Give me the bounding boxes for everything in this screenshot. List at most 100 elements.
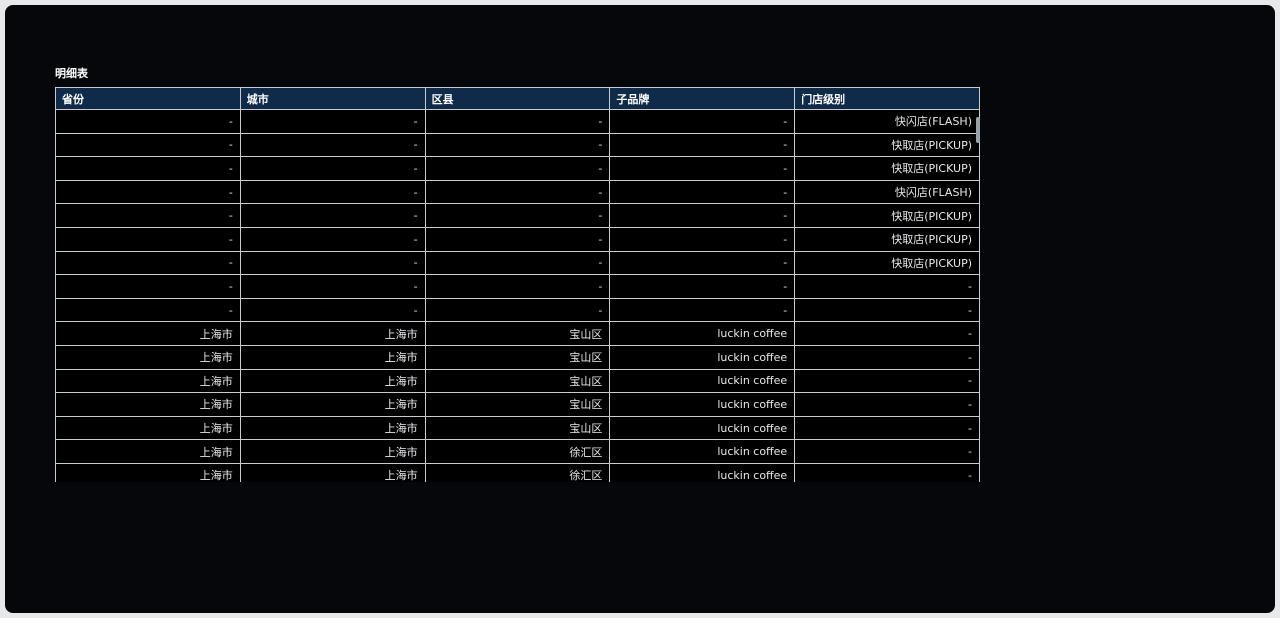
cell-province: - bbox=[55, 203, 241, 228]
cell-store-level: 快取店(PICKUP) bbox=[794, 203, 980, 228]
cell-city: - bbox=[239, 203, 426, 228]
cell-store-level: - bbox=[794, 321, 980, 346]
cell-sub-brand: - bbox=[609, 203, 796, 228]
cell-province: - bbox=[55, 156, 241, 181]
cell-province: 上海市 bbox=[55, 462, 241, 482]
cell-city: 上海市 bbox=[239, 392, 426, 417]
cell-sub-brand: - bbox=[609, 109, 796, 134]
widget-title: 明细表 bbox=[55, 67, 88, 80]
table-row[interactable]: 上海市 上海市 徐汇区 luckin coffee - bbox=[55, 439, 980, 464]
cell-district: - bbox=[424, 203, 611, 228]
cell-store-level: - bbox=[794, 274, 980, 299]
cell-city: - bbox=[239, 109, 426, 134]
cell-store-level: - bbox=[794, 368, 980, 394]
cell-province: - bbox=[55, 132, 241, 158]
cell-sub-brand: - bbox=[609, 156, 796, 181]
cell-district: 宝山区 bbox=[424, 415, 611, 441]
cell-province: - bbox=[55, 297, 241, 323]
cell-district: - bbox=[424, 297, 611, 323]
cell-district: - bbox=[424, 274, 611, 299]
cell-store-level: - bbox=[794, 439, 980, 464]
table-row[interactable]: 上海市 上海市 宝山区 luckin coffee - bbox=[55, 415, 980, 441]
vertical-scrollbar[interactable] bbox=[976, 117, 980, 143]
column-header-store-level[interactable]: 门店级别 bbox=[794, 87, 980, 110]
cell-city: - bbox=[239, 156, 426, 181]
table-row[interactable]: ----- bbox=[55, 297, 980, 323]
column-header-district[interactable]: 区县 bbox=[424, 87, 611, 110]
cell-province: - bbox=[55, 250, 241, 276]
cell-district: 宝山区 bbox=[424, 392, 611, 417]
cell-sub-brand: luckin coffee bbox=[609, 344, 796, 370]
cell-store-level: 快取店(PICKUP) bbox=[794, 132, 980, 158]
cell-sub-brand: luckin coffee bbox=[609, 392, 796, 417]
cell-city: 上海市 bbox=[239, 415, 426, 441]
dashboard-panel: 明细表 省份 城市 区县 子品牌 门店级别 - - - - 快闪店(FLASH) - - - -… bbox=[5, 5, 1275, 613]
cell-store-level: 快取店(PICKUP) bbox=[794, 250, 980, 276]
column-header-sub-brand[interactable]: 子品牌 bbox=[609, 87, 796, 110]
cell-district: - bbox=[424, 156, 611, 181]
cell-city: 上海市 bbox=[239, 368, 426, 394]
cell-sub-brand: - bbox=[609, 179, 796, 205]
cell-sub-brand: luckin coffee bbox=[609, 368, 796, 394]
cell-province: 上海市 bbox=[55, 415, 241, 441]
detail-table-container[interactable]: 省份 城市 区县 子品牌 门店级别 - - - - 快闪店(FLASH) - - - - 快取店(… bbox=[55, 87, 981, 482]
cell-province: 上海市 bbox=[55, 344, 241, 370]
table-row[interactable]: - - - - 快取店(PICKUP) bbox=[55, 132, 980, 158]
table-row[interactable]: 上海市 上海市 宝山区 luckin coffee - bbox=[55, 344, 980, 370]
cell-district: - bbox=[424, 226, 611, 252]
table-row[interactable]: - - - - 快闪店(FLASH) bbox=[55, 109, 980, 134]
column-header-province[interactable]: 省份 bbox=[55, 87, 241, 110]
cell-store-level: - bbox=[794, 462, 980, 482]
table-row[interactable]: - - - - 快取店(PICKUP) bbox=[55, 203, 980, 228]
cell-sub-brand: - bbox=[609, 132, 796, 158]
cell-store-level: 快取店(PICKUP) bbox=[794, 156, 980, 181]
table-row[interactable]: - - - - 快取店(PICKUP) bbox=[55, 226, 980, 252]
cell-district: - bbox=[424, 132, 611, 158]
cell-store-level: - bbox=[794, 415, 980, 441]
cell-city: - bbox=[239, 226, 426, 252]
table-row[interactable]: ----- bbox=[55, 274, 980, 299]
table-row[interactable]: 上海市 上海市 宝山区 luckin coffee - bbox=[55, 321, 980, 346]
table-row[interactable]: 上海市 上海市 徐汇区 luckin coffee - bbox=[55, 462, 980, 482]
cell-sub-brand: luckin coffee bbox=[609, 415, 796, 441]
cell-province: 上海市 bbox=[55, 392, 241, 417]
cell-city: - bbox=[239, 132, 426, 158]
column-header-city[interactable]: 城市 bbox=[239, 87, 426, 110]
cell-sub-brand: - bbox=[609, 226, 796, 252]
cell-province: - bbox=[55, 226, 241, 252]
cell-store-level: - bbox=[794, 344, 980, 370]
cell-store-level: 快闪店(FLASH) bbox=[794, 179, 980, 205]
cell-city: - bbox=[239, 179, 426, 205]
cell-district: 宝山区 bbox=[424, 368, 611, 394]
cell-district: 徐汇区 bbox=[424, 462, 611, 482]
cell-sub-brand: luckin coffee bbox=[609, 321, 796, 346]
cell-district: - bbox=[424, 179, 611, 205]
cell-province: - bbox=[55, 109, 241, 134]
cell-district: - bbox=[424, 250, 611, 276]
table-row[interactable]: - - - - 快取店(PICKUP) bbox=[55, 156, 980, 181]
cell-province: 上海市 bbox=[55, 321, 241, 346]
cell-city: 上海市 bbox=[239, 344, 426, 370]
cell-district: 宝山区 bbox=[424, 321, 611, 346]
cell-store-level: - bbox=[794, 297, 980, 323]
table-row[interactable]: 上海市 上海市 宝山区 luckin coffee - bbox=[55, 392, 980, 417]
cell-sub-brand: - bbox=[609, 250, 796, 276]
cell-sub-brand: luckin coffee bbox=[609, 439, 796, 464]
cell-city: 上海市 bbox=[239, 462, 426, 482]
cell-province: - bbox=[55, 274, 241, 299]
cell-district: - bbox=[424, 109, 611, 134]
cell-district: 宝山区 bbox=[424, 344, 611, 370]
table-header-row: 省份 城市 区县 子品牌 门店级别 bbox=[55, 87, 980, 110]
cell-sub-brand: - bbox=[609, 297, 796, 323]
detail-table: 省份 城市 区县 子品牌 门店级别 - - - - 快闪店(FLASH) - - - - 快取店(… bbox=[55, 87, 980, 482]
cell-store-level: 快取店(PICKUP) bbox=[794, 226, 980, 252]
cell-province: 上海市 bbox=[55, 368, 241, 394]
table-row[interactable]: - - - - 快闪店(FLASH) bbox=[55, 179, 980, 205]
table-body: - - - - 快闪店(FLASH) - - - - 快取店(PICKUP) - - - - 快取店(PIC… bbox=[55, 109, 980, 482]
table-row[interactable]: - - - - 快取店(PICKUP) bbox=[55, 250, 980, 276]
cell-city: - bbox=[239, 297, 426, 323]
cell-sub-brand: - bbox=[609, 274, 796, 299]
table-row[interactable]: 上海市 上海市 宝山区 luckin coffee - bbox=[55, 368, 980, 394]
cell-sub-brand: luckin coffee bbox=[609, 462, 796, 482]
cell-store-level: - bbox=[794, 392, 980, 417]
